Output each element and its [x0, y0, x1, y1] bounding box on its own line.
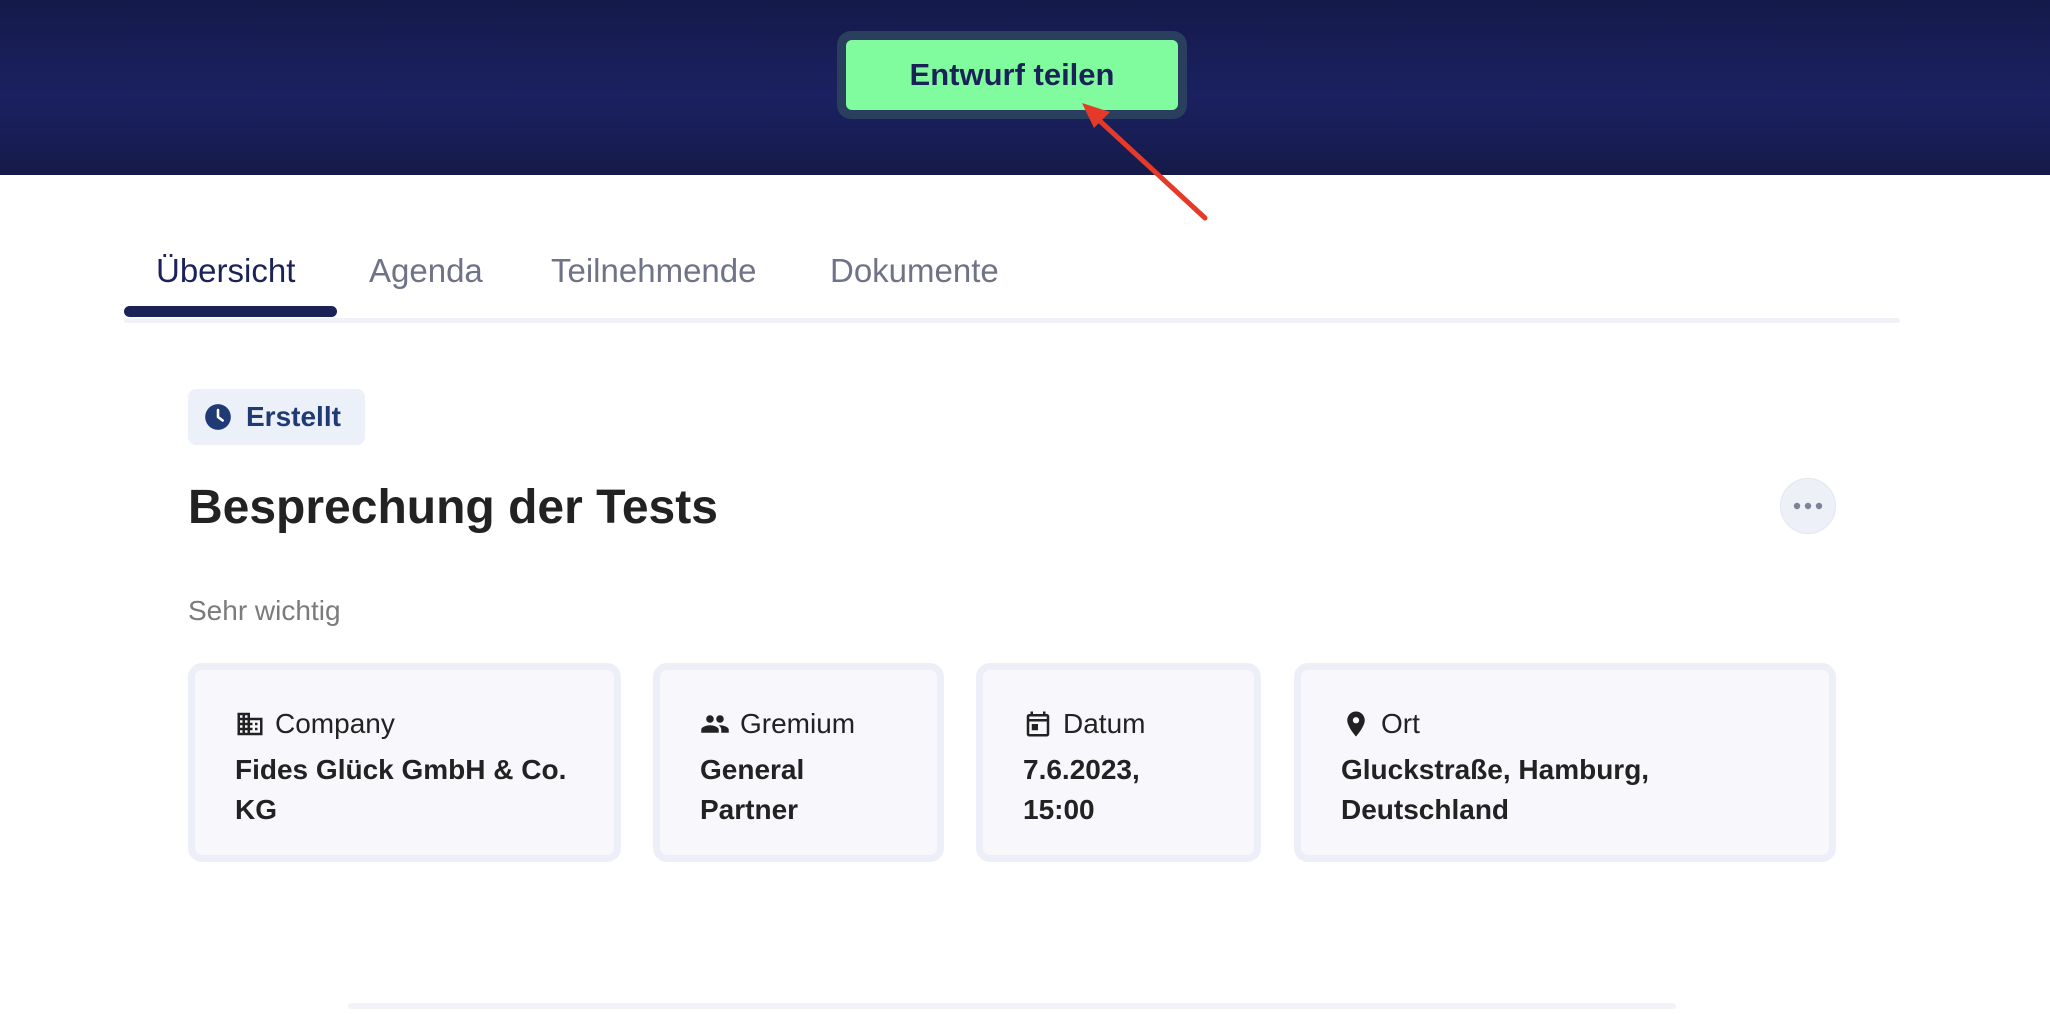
- card-value: Gluckstraße, Hamburg, Deutschland: [1341, 754, 1650, 825]
- more-options-button[interactable]: [1780, 478, 1836, 534]
- calendar-icon: [1026, 711, 1050, 737]
- tab-agenda[interactable]: Agenda: [369, 240, 483, 320]
- info-card-date: Datum 7.6.2023, 15:00: [976, 663, 1261, 862]
- card-label: Company: [275, 708, 395, 739]
- card-label: Gremium: [740, 708, 856, 739]
- tab-participants[interactable]: Teilnehmende: [551, 240, 756, 320]
- info-card-location: Ort Gluckstraße, Hamburg, Deutschland: [1294, 663, 1836, 862]
- tab-documents[interactable]: Dokumente: [830, 240, 999, 320]
- card-value: Fides Glück GmbH & Co. KG: [235, 754, 567, 825]
- page-title: Besprechung der Tests: [188, 481, 718, 534]
- people-icon: [701, 715, 729, 733]
- location-pin-icon: [1347, 711, 1365, 737]
- status-badge: Erstellt: [188, 389, 365, 445]
- annotation-arrow-icon: [1082, 103, 1208, 221]
- more-dots-icon: [1793, 502, 1823, 510]
- meeting-subtitle: Sehr wichtig: [188, 595, 341, 626]
- card-label: Datum: [1063, 708, 1146, 739]
- card-value: General Partner: [700, 754, 805, 825]
- status-label: Erstellt: [246, 401, 341, 432]
- active-tab-indicator: [124, 306, 337, 317]
- tab-bar: Übersicht Agenda Teilnehmende Dokumente: [124, 240, 1900, 323]
- clock-icon: [205, 404, 231, 430]
- building-icon: [237, 712, 263, 736]
- card-label: Ort: [1381, 708, 1420, 739]
- card-value: 7.6.2023, 15:00: [1023, 754, 1140, 825]
- info-card-committee: Gremium General Partner: [653, 663, 944, 862]
- section-divider: [348, 1003, 1676, 1009]
- top-header-bar: Entwurf teilen: [0, 0, 2050, 175]
- info-card-company: Company Fides Glück GmbH & Co. KG: [188, 663, 621, 862]
